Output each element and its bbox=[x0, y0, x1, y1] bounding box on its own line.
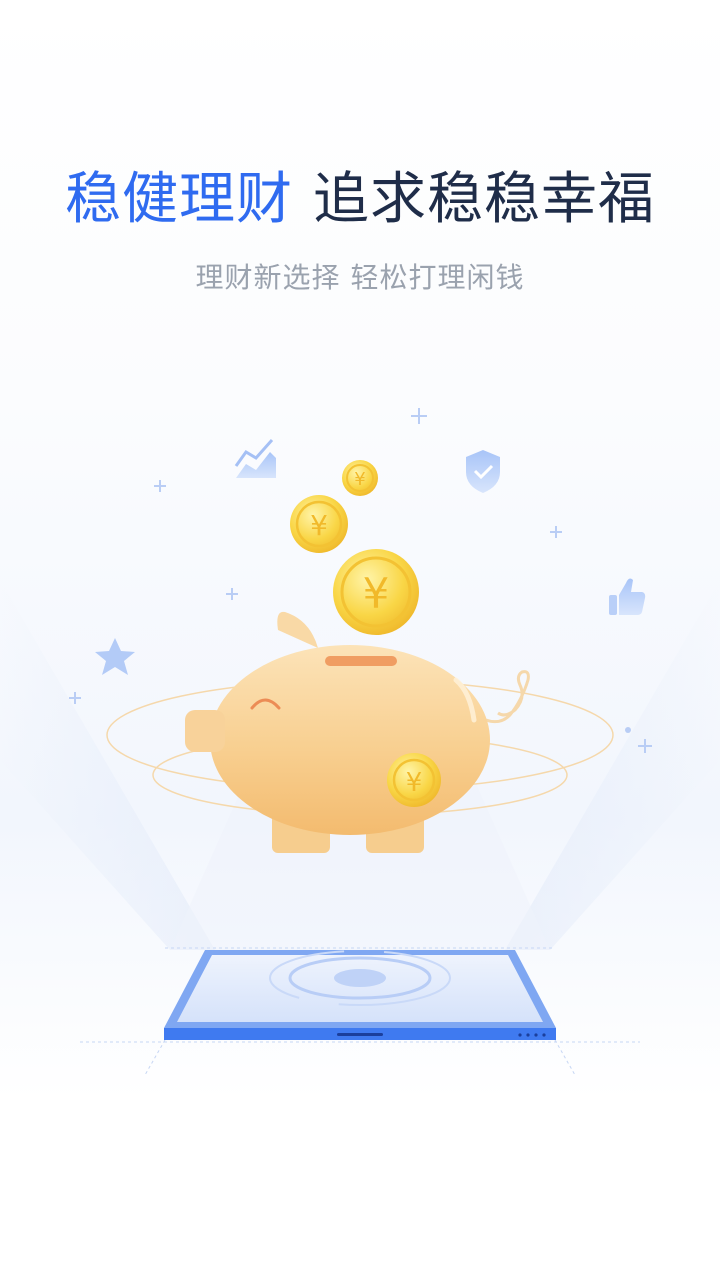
coin-medium-symbol: ¥ bbox=[310, 509, 328, 542]
sparkle-dot bbox=[625, 727, 631, 733]
coin-on-pig: ¥ bbox=[387, 753, 441, 807]
coin-large-symbol: ¥ bbox=[363, 569, 390, 618]
coin-large: ¥ bbox=[333, 549, 419, 635]
thumbs-up-icon bbox=[609, 578, 646, 615]
light-beam-left bbox=[0, 580, 215, 950]
light-beam-right bbox=[505, 580, 720, 950]
star-icon bbox=[95, 638, 135, 675]
piggy-bank-illustration: ¥ ¥ ¥ ¥ bbox=[0, 408, 720, 1076]
headline-accent: 稳健理财 bbox=[65, 167, 293, 232]
shield-check-icon bbox=[466, 450, 500, 493]
coin-medium: ¥ bbox=[290, 495, 348, 553]
headline: 稳健理财 追求稳稳幸福 bbox=[0, 164, 720, 236]
phone-device-icon bbox=[80, 947, 640, 1076]
coin-on-pig-symbol: ¥ bbox=[406, 768, 423, 798]
pig-tail bbox=[485, 670, 530, 724]
subtitle: 理财新选择 轻松打理闲钱 bbox=[195, 261, 525, 294]
trend-chart-icon bbox=[234, 439, 276, 478]
splash-screen: 稳健理财 追求稳稳幸福 理财新选择 轻松打理闲钱 ¥ ¥ ¥ ¥ bbox=[0, 0, 720, 1280]
coin-small: ¥ bbox=[342, 460, 378, 496]
coin-small-symbol: ¥ bbox=[354, 469, 365, 490]
headline-rest: 追求稳稳幸福 bbox=[313, 167, 655, 232]
